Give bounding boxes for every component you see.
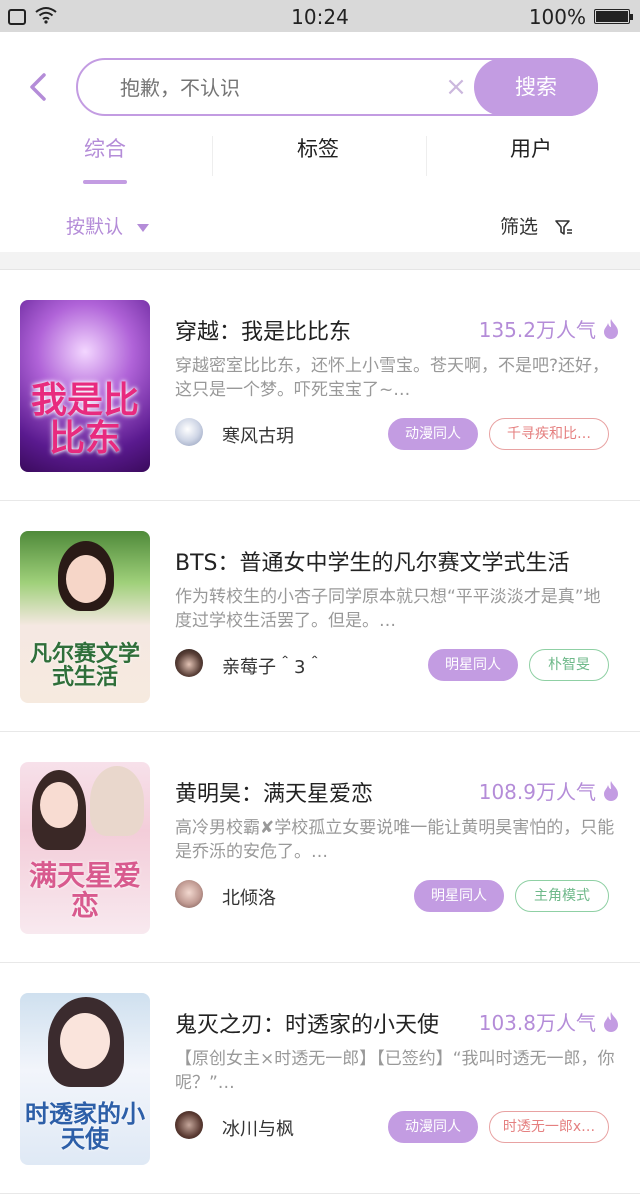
- fire-icon: [604, 319, 618, 339]
- author-name[interactable]: 北倾洛: [222, 884, 276, 910]
- tab-comprehensive[interactable]: 综合: [40, 128, 170, 188]
- author-avatar[interactable]: [175, 1111, 203, 1139]
- clear-search-icon[interactable]: ×: [442, 72, 470, 102]
- character-tag[interactable]: 主角模式: [515, 880, 609, 912]
- cover-title-art: 时透家的小天使: [25, 1098, 145, 1153]
- character-tag[interactable]: 时透无一郎x…: [489, 1111, 609, 1143]
- category-tag[interactable]: 明星同人: [428, 649, 518, 681]
- popularity-count: 135.2万人气: [479, 314, 620, 343]
- category-tag[interactable]: 动漫同人: [388, 1111, 478, 1143]
- cover-title-art: 凡尔赛文学式生活: [29, 640, 140, 690]
- tab-label: 标签: [297, 137, 339, 161]
- result-tabs: 综合 标签 用户: [0, 128, 640, 188]
- novel-title[interactable]: 黄明昊：满天星爱恋: [175, 776, 373, 808]
- novel-description: 【原创女主×时透无一郎】【已签约】“我叫时透无一郎，你呢？”…: [175, 1049, 615, 1093]
- popularity-count: 103.8万人气: [479, 1007, 620, 1036]
- author-avatar[interactable]: [175, 418, 203, 446]
- cover-title-art: 满天星爱恋: [28, 859, 141, 922]
- caret-down-icon: [137, 223, 150, 232]
- tab-tags[interactable]: 标签: [253, 128, 383, 188]
- filter-funnel-icon: [555, 219, 573, 235]
- novel-card[interactable]: 我是比比东 穿越：我是比比东 135.2万人气 穿越密室比比东，还怀上小雪宝。苍…: [0, 270, 640, 501]
- novel-title[interactable]: BTS：普通女中学生的凡尔赛文学式生活: [175, 545, 570, 577]
- fire-icon: [604, 781, 618, 801]
- novel-description: 作为转校生的小杏子同学原本就只想“平平淡淡才是真”地度过学校生活罢了。但是。…: [175, 587, 601, 631]
- novel-cover[interactable]: 凡尔赛文学式生活: [20, 531, 150, 703]
- author-avatar[interactable]: [175, 880, 203, 908]
- character-tag[interactable]: 朴智旻: [529, 649, 609, 681]
- novel-cover[interactable]: 我是比比东: [20, 300, 150, 472]
- active-tab-indicator: [83, 180, 127, 184]
- tab-divider: [426, 136, 427, 176]
- popularity-text: 135.2万人气: [478, 318, 596, 342]
- novel-card[interactable]: 凡尔赛文学式生活 BTS：普通女中学生的凡尔赛文学式生活 作为转校生的小杏子同学…: [0, 501, 640, 732]
- filter-label: 筛选: [500, 216, 539, 238]
- novel-title[interactable]: 穿越：我是比比东: [175, 314, 351, 346]
- novel-card[interactable]: 满天星爱恋 黄明昊：满天星爱恋 108.9万人气 高冷男校霸✘学校孤立女要说唯一…: [0, 732, 640, 963]
- section-separator: [0, 252, 640, 270]
- author-name[interactable]: 寒风古玥: [222, 422, 294, 448]
- battery-percent: 100%: [528, 5, 586, 29]
- tab-label: 用户: [510, 137, 552, 161]
- author-name[interactable]: 亲莓子＾3＾: [222, 653, 323, 679]
- popularity-text: 103.8万人气: [478, 1011, 596, 1035]
- sort-label: 按默认: [66, 216, 124, 238]
- novel-title[interactable]: 鬼灭之刃：时透家的小天使: [175, 1007, 439, 1039]
- tab-users[interactable]: 用户: [466, 128, 596, 188]
- sort-dropdown[interactable]: 按默认: [66, 212, 150, 239]
- character-tag[interactable]: 千寻疾和比…: [489, 418, 609, 450]
- novel-description: 穿越密室比比东，还怀上小雪宝。苍天啊，不是吧?还好，这只是一个梦。吓死宝宝了~…: [175, 356, 610, 400]
- novel-card[interactable]: 时透家的小天使 鬼灭之刃：时透家的小天使 103.8万人气 【原创女主×时透无一…: [0, 963, 640, 1194]
- category-tag[interactable]: 明星同人: [414, 880, 504, 912]
- filter-button[interactable]: 筛选: [500, 212, 574, 239]
- fire-icon: [604, 1012, 618, 1032]
- novel-description: 高冷男校霸✘学校孤立女要说唯一能让黄明昊害怕的，只能是乔泺的安危了。…: [175, 818, 615, 862]
- search-button[interactable]: 搜索: [474, 58, 598, 116]
- cover-title-art: 我是比比东: [30, 379, 139, 460]
- popularity-text: 108.9万人气: [478, 780, 596, 804]
- battery-icon: [594, 9, 633, 24]
- novel-cover[interactable]: 时透家的小天使: [20, 993, 150, 1165]
- popularity-count: 108.9万人气: [479, 776, 620, 805]
- back-arrow-icon[interactable]: [24, 70, 54, 104]
- status-bar: 10:24 100%: [0, 0, 640, 32]
- search-input[interactable]: [120, 74, 420, 102]
- novel-cover[interactable]: 满天星爱恋: [20, 762, 150, 934]
- category-tag[interactable]: 动漫同人: [388, 418, 478, 450]
- search-header: × 搜索 综合 标签 用户 按默认 筛选: [0, 32, 640, 252]
- tab-label: 综合: [84, 137, 126, 161]
- author-name[interactable]: 冰川与枫: [222, 1115, 294, 1141]
- author-avatar[interactable]: [175, 649, 203, 677]
- tab-divider: [212, 136, 213, 176]
- search-box: × 搜索: [76, 58, 598, 116]
